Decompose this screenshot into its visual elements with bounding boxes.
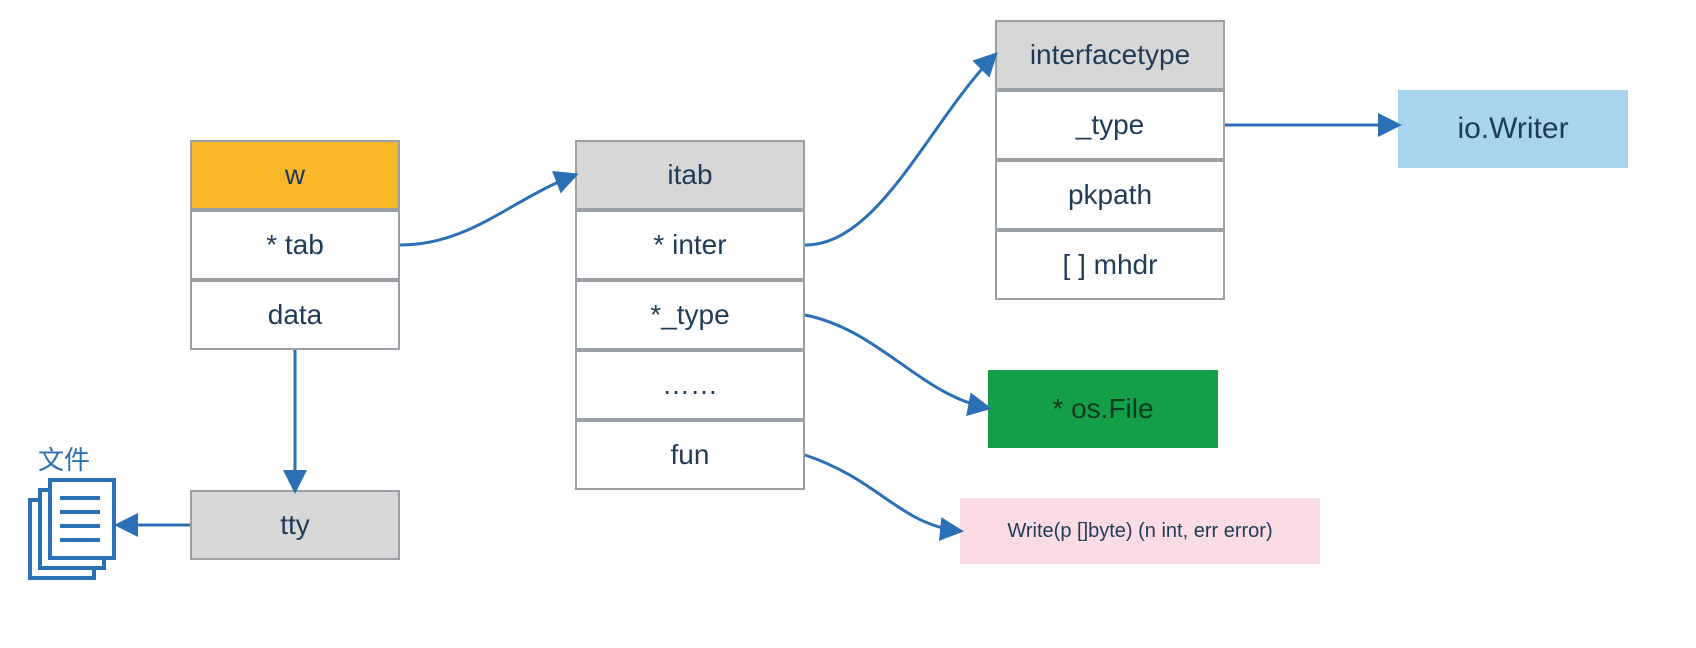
itab-field-fun: fun bbox=[575, 420, 805, 490]
io-writer-box: io.Writer bbox=[1398, 90, 1628, 168]
os-file-box: * os.File bbox=[988, 370, 1218, 448]
file-icon bbox=[28, 478, 118, 578]
write-signature-box: Write(p []byte) (n int, err error) bbox=[960, 498, 1320, 564]
arrow-type-to-osfile bbox=[805, 315, 988, 408]
itab-header: itab bbox=[575, 140, 805, 210]
diagram-stage: 文件 w * tab data tty itab * inter *_type … bbox=[0, 0, 1696, 648]
itab-field-more: …… bbox=[575, 350, 805, 420]
interfacetype-field-type: _type bbox=[995, 90, 1225, 160]
w-field-tab: * tab bbox=[190, 210, 400, 280]
arrow-tab-to-itab bbox=[400, 175, 575, 245]
w-header: w bbox=[190, 140, 400, 210]
file-label: 文件 bbox=[38, 440, 90, 477]
w-field-data: data bbox=[190, 280, 400, 350]
itab-field-type: *_type bbox=[575, 280, 805, 350]
interfacetype-field-mhdr: [ ] mhdr bbox=[995, 230, 1225, 300]
interfacetype-field-pkpath: pkpath bbox=[995, 160, 1225, 230]
itab-field-inter: * inter bbox=[575, 210, 805, 280]
interfacetype-header: interfacetype bbox=[995, 20, 1225, 90]
arrow-inter-to-interfacetype bbox=[805, 55, 995, 245]
arrow-fun-to-write bbox=[805, 455, 960, 531]
tty-box: tty bbox=[190, 490, 400, 560]
